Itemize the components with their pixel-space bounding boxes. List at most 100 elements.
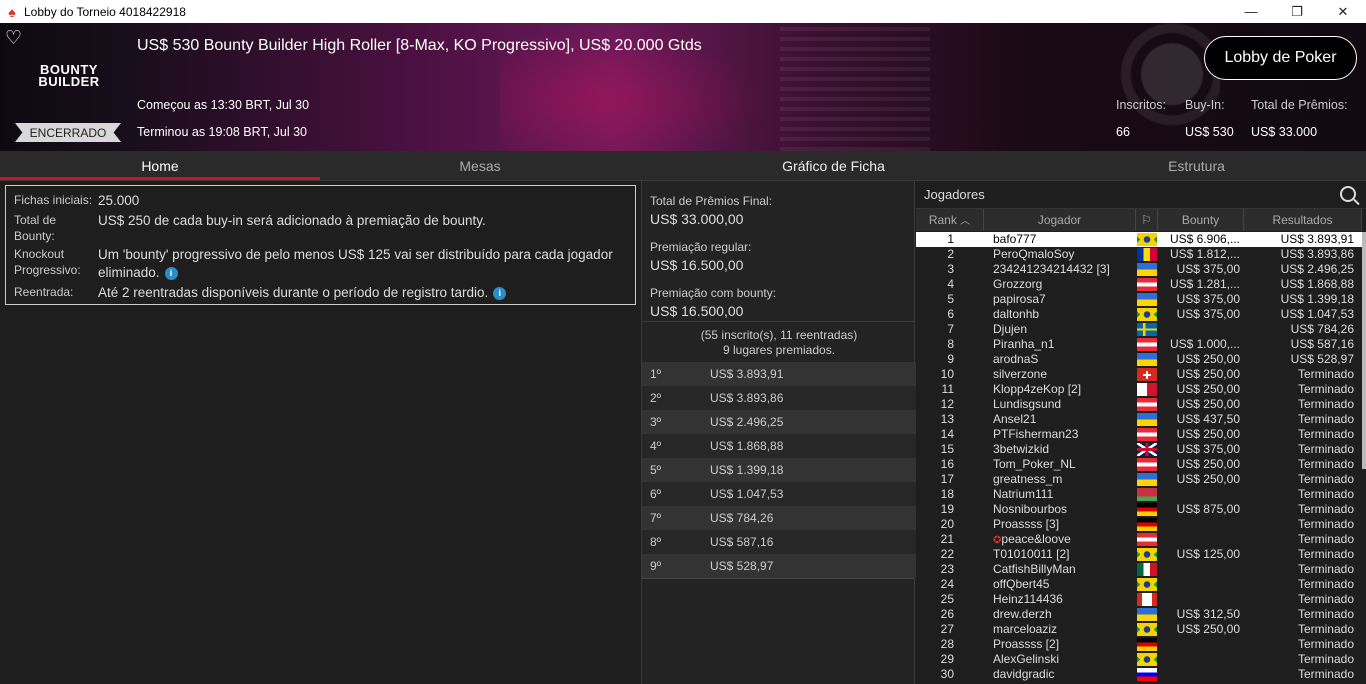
player-flag-cell — [1136, 652, 1158, 667]
player-row[interactable]: 21 ✪peace&loove Terminado — [916, 532, 1362, 547]
player-row[interactable]: 24 offQbert45 Terminado — [916, 577, 1362, 592]
player-row[interactable]: 11 Klopp4zeKop [2] US$ 250,00 Terminado — [916, 382, 1362, 397]
player-row[interactable]: 3 234241234214432 [3] US$ 375,00 US$ 2.496,… — [916, 262, 1362, 277]
player-row[interactable]: 8 Piranha_n1 US$ 1.000,... US$ 587,16 — [916, 337, 1362, 352]
player-name: drew.derzh — [993, 607, 1052, 621]
payout-position: 4º — [650, 439, 662, 453]
info-icon[interactable]: i — [164, 267, 178, 280]
player-name-cell: Klopp4zeKop [2] — [984, 382, 1136, 397]
entrants-info: (55 inscrito(s), 11 reentradas) 9 lugare… — [642, 328, 916, 358]
column-rank[interactable]: Rank ︿ — [916, 209, 984, 231]
player-row[interactable]: 10 silverzone US$ 250,00 Terminado — [916, 367, 1362, 382]
player-row[interactable]: 15 3betwizkid US$ 375,00 Terminado — [916, 442, 1362, 457]
player-name: bafo777 — [993, 232, 1037, 246]
player-name: 3betwizkid — [993, 442, 1050, 456]
payout-list: 1º US$ 3.893,91 2º US$ 3.893,86 3º US$ 2.496,… — [642, 362, 916, 578]
player-row[interactable]: 5 papirosa7 US$ 375,00 US$ 1.399,18 — [916, 292, 1362, 307]
payout-amount: US$ 1.399,18 — [710, 463, 784, 477]
player-rank: 11 — [941, 382, 954, 396]
player-rank: 26 — [940, 607, 954, 621]
player-flag-cell — [1136, 487, 1158, 502]
player-name: Grozzorg — [993, 277, 1043, 291]
player-row[interactable]: 9 arodnaS US$ 250,00 US$ 528,97 — [916, 352, 1362, 367]
player-row[interactable]: 4 Grozzorg US$ 1.281,... US$ 1.868,88 — [916, 277, 1362, 292]
player-row[interactable]: 18 Natrium111 Terminado — [916, 487, 1362, 502]
column-player[interactable]: Jogador — [984, 209, 1136, 231]
poker-lobby-button[interactable]: Lobby de Poker — [1204, 36, 1357, 80]
player-rank: 22 — [940, 547, 954, 561]
player-name: marceloaziz — [993, 622, 1058, 636]
flag-br-icon — [1137, 653, 1157, 666]
player-name: Nosnibourbos — [993, 502, 1068, 516]
player-name-cell: 3betwizkid — [984, 442, 1136, 457]
player-row[interactable]: 12 Lundisgsund US$ 250,00 Terminado — [916, 397, 1362, 412]
flag-se-icon — [1137, 323, 1157, 336]
player-row[interactable]: 29 AlexGelinski Terminado — [916, 652, 1362, 667]
player-row[interactable]: 2 PeroQmaloSoy US$ 1.812,... US$ 3.893,86 — [916, 247, 1362, 262]
player-bounty: US$ 312,50 — [1176, 607, 1240, 621]
player-name: arodnaS — [993, 352, 1039, 366]
player-row[interactable]: 20 Proassss [3] Terminado — [916, 517, 1362, 532]
player-row[interactable]: 26 drew.derzh US$ 312,50 Terminado — [916, 607, 1362, 622]
player-name-cell: daltonhb — [984, 307, 1136, 322]
player-rank: 20 — [940, 517, 954, 531]
player-row[interactable]: 1 bafo777 US$ 6.906,... US$ 3.893,91 — [916, 232, 1362, 247]
player-row[interactable]: 6 daltonhb US$ 375,00 US$ 1.047,53 — [916, 307, 1362, 322]
info-row-starting-chips: Fichas iniciais: 25.000 — [14, 192, 627, 210]
search-icon[interactable] — [1340, 186, 1356, 202]
payout-amount: US$ 3.893,91 — [710, 367, 784, 381]
payout-row: 4º US$ 1.868,88 — [642, 434, 916, 458]
player-flag-cell — [1136, 472, 1158, 487]
minimize-icon[interactable]: — — [1228, 0, 1274, 23]
player-name-cell: drew.derzh — [984, 607, 1136, 622]
prizepool-label: Total de Prêmios: — [1251, 98, 1348, 112]
player-rank: 25 — [940, 592, 954, 606]
player-row[interactable]: 16 Tom_Poker_NL US$ 250,00 Terminado — [916, 457, 1362, 472]
player-row[interactable]: 27 marceloaziz US$ 250,00 Terminado — [916, 622, 1362, 637]
tab-home[interactable]: Home — [0, 151, 320, 180]
player-name: papirosa7 — [993, 292, 1046, 306]
column-results[interactable]: Resultados — [1244, 209, 1362, 231]
player-rank: 19 — [940, 502, 954, 516]
player-flag-cell — [1136, 367, 1158, 382]
maximize-icon[interactable]: ❐ — [1274, 0, 1320, 23]
player-row[interactable]: 28 Proassss [2] Terminado — [916, 637, 1362, 652]
player-row[interactable]: 7 Djujen US$ 784,26 — [916, 322, 1362, 337]
tab-chip-chart[interactable]: Gráfico de Ficha — [640, 151, 1027, 180]
player-row[interactable]: 25 Heinz114436 Terminado — [916, 592, 1362, 607]
player-name-cell: Tom_Poker_NL — [984, 457, 1136, 472]
player-row[interactable]: 23 CatfishBillyMan Terminado — [916, 562, 1362, 577]
info-label: Reentrada: — [14, 285, 74, 299]
player-row[interactable]: 19 Nosnibourbos US$ 875,00 Terminado — [916, 502, 1362, 517]
flag-de-icon — [1137, 503, 1157, 516]
info-icon[interactable]: i — [493, 287, 507, 300]
favorite-heart-icon[interactable]: ♡ — [5, 27, 22, 50]
player-row[interactable]: 13 Ansel21 US$ 437,50 Terminado — [916, 412, 1362, 427]
player-row[interactable]: 14 PTFisherman23 US$ 250,00 Terminado — [916, 427, 1362, 442]
player-name-cell: Piranha_n1 — [984, 337, 1136, 352]
player-result: US$ 1.047,53 — [1280, 307, 1354, 321]
player-name-cell: Nosnibourbos — [984, 502, 1136, 517]
close-icon[interactable]: ✕ — [1320, 0, 1366, 23]
column-flag-icon[interactable]: ⚐ — [1136, 209, 1158, 231]
flag-gb-icon — [1137, 443, 1157, 456]
player-rank: 9 — [947, 352, 954, 366]
player-result: Terminado — [1297, 442, 1354, 456]
player-result: Terminado — [1297, 367, 1354, 381]
player-result: US$ 3.893,91 — [1280, 232, 1354, 246]
player-flag-cell — [1136, 262, 1158, 277]
player-result: Terminado — [1297, 517, 1354, 531]
flag-at-icon — [1137, 458, 1157, 471]
column-bounty[interactable]: Bounty — [1158, 209, 1244, 231]
player-result: Terminado — [1297, 412, 1354, 426]
info-value: Um 'bounty' progressivo de pelo menos US… — [98, 246, 627, 282]
player-row[interactable]: 30 davidgradic Terminado — [916, 667, 1362, 682]
player-row[interactable]: 22 T01010011 [2] US$ 125,00 Terminado — [916, 547, 1362, 562]
flag-ua-icon — [1137, 413, 1157, 426]
player-bounty — [1158, 487, 1244, 502]
player-bounty: US$ 1.812,... — [1169, 247, 1240, 261]
tab-tables[interactable]: Mesas — [320, 151, 640, 180]
tab-structure[interactable]: Estrutura — [1027, 151, 1366, 180]
players-scrollbar[interactable] — [1362, 232, 1366, 469]
player-row[interactable]: 17 greatness_m US$ 250,00 Terminado — [916, 472, 1362, 487]
